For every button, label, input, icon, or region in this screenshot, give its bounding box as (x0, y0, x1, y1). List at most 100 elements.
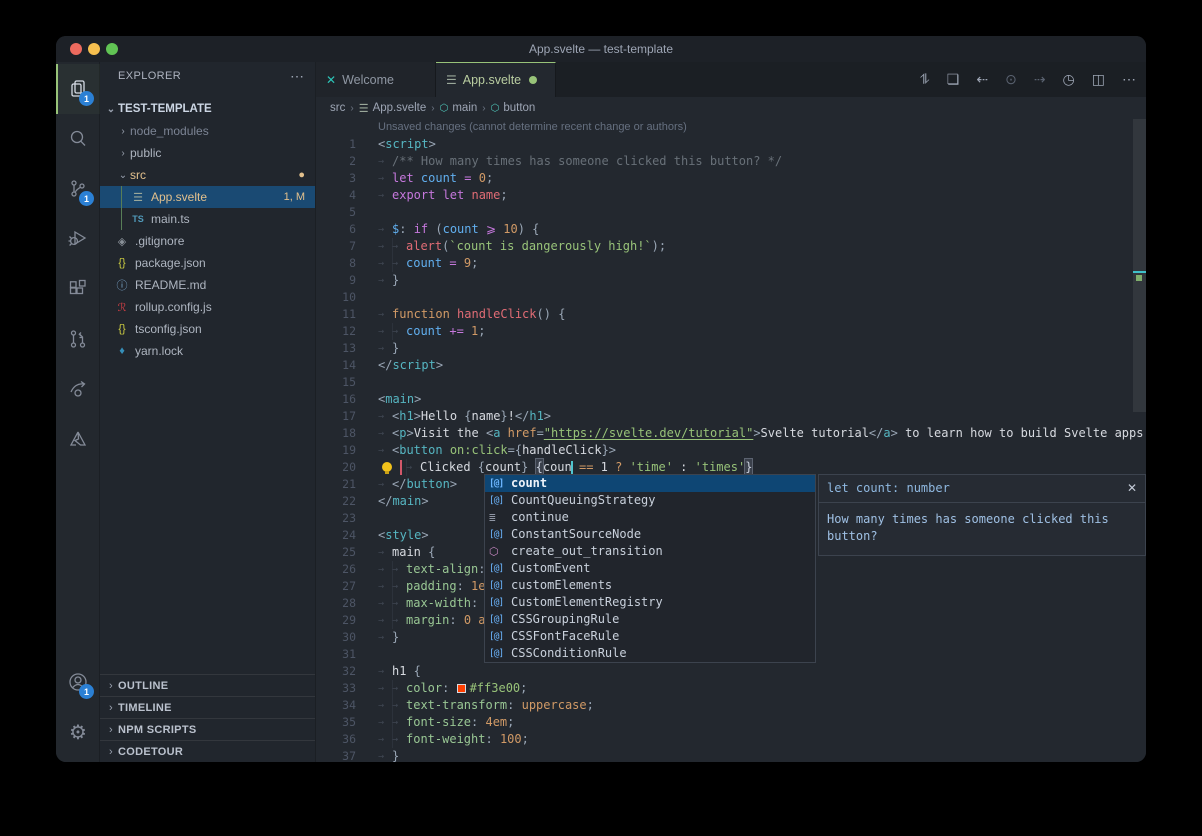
lightbulb-icon[interactable] (382, 462, 392, 472)
maximize-window-icon[interactable] (106, 43, 118, 55)
suggest-documentation: How many times has someone clicked this … (819, 503, 1145, 555)
code-line-18[interactable]: 18→<p>Visit the <a href="https://svelte.… (316, 425, 1146, 442)
tree-item-yarn-lock[interactable]: ♦yarn.lock (100, 340, 315, 362)
breadcrumb-item-src[interactable]: src (330, 102, 345, 114)
tree-item-package-json[interactable]: {}package.json (100, 252, 315, 274)
account-icon[interactable]: 1 (56, 657, 100, 707)
code-line-35[interactable]: 35→→font-size: 4em; (316, 714, 1146, 731)
code-line-14[interactable]: 14</script> (316, 357, 1146, 374)
views-more-actions-icon[interactable]: ⋯ (290, 68, 305, 85)
code-line-34[interactable]: 34→→text-transform: uppercase; (316, 697, 1146, 714)
line-number: 30 (316, 629, 356, 646)
next-change-icon[interactable]: ⇢ (1034, 71, 1046, 88)
symbol-var-icon: [@] (489, 475, 511, 492)
code-line-2[interactable]: 2→/** How many times has someone clicked… (316, 153, 1146, 170)
activity-github-pull-requests-icon[interactable] (56, 314, 100, 364)
tree-item-tsconfig-json[interactable]: {}tsconfig.json (100, 318, 315, 340)
code-line-4[interactable]: 4→export let name; (316, 187, 1146, 204)
activity-live-share-icon[interactable] (56, 364, 100, 414)
tab-welcome[interactable]: ✕Welcome (316, 62, 436, 97)
code-line-9[interactable]: 9→} (316, 272, 1146, 289)
minimize-window-icon[interactable] (88, 43, 100, 55)
section-npm-scripts[interactable]: ›NPM SCRIPTS (100, 718, 315, 740)
suggest-item-continue[interactable]: ≣continue (485, 509, 815, 526)
tree-item-main-ts[interactable]: TSmain.ts (100, 208, 315, 230)
breadcrumb-item-app-svelte[interactable]: ☰App.svelte (359, 102, 427, 115)
section-outline[interactable]: ›OUTLINE (100, 674, 315, 696)
suggest-item-constantsourcenode[interactable]: [@]ConstantSourceNode (485, 526, 815, 543)
tree-item-label: tsconfig.json (135, 322, 202, 336)
code-editor[interactable]: Unsaved changes (cannot determine recent… (316, 119, 1146, 762)
code-line-32[interactable]: 32→h1 { (316, 663, 1146, 680)
line-number: 25 (316, 544, 356, 561)
compare-changes-icon[interactable]: ⥮ (920, 71, 930, 88)
tree-item-src[interactable]: ⌄src● (100, 164, 315, 186)
tree-item-app-svelte[interactable]: ☰App.svelte1, M (100, 186, 315, 208)
code-line-16[interactable]: 16<main> (316, 391, 1146, 408)
breadcrumb-item-main[interactable]: ⬡main (440, 102, 478, 114)
activity-extensions-icon[interactable] (56, 264, 100, 314)
code-line-7[interactable]: 7→→alert(`count is dangerously high!`); (316, 238, 1146, 255)
close-icon[interactable]: ✕ (1127, 480, 1137, 497)
tab-file-icon: ✕ (326, 73, 336, 87)
timeline-icon[interactable]: ◷ (1063, 71, 1075, 88)
suggest-item-countqueuingstrategy[interactable]: [@]CountQueuingStrategy (485, 492, 815, 509)
tree-item-node-modules[interactable]: ›node_modules (100, 120, 315, 142)
tree-root-folder[interactable]: ⌄ TEST-TEMPLATE (100, 98, 315, 120)
code-line-11[interactable]: 11→function handleClick() { (316, 306, 1146, 323)
open-preview-icon[interactable]: ❏ (947, 71, 960, 88)
more-actions-icon[interactable]: ⋯ (1122, 71, 1136, 88)
explorer-sidebar: EXPLORER ⋯ ⌄ TEST-TEMPLATE ›node_modules… (100, 62, 316, 762)
activity-search-icon[interactable] (56, 114, 100, 164)
tree-item-public[interactable]: ›public (100, 142, 315, 164)
suggest-item-customelements[interactable]: [@]customElements (485, 577, 815, 594)
code-line-15[interactable]: 15 (316, 374, 1146, 391)
activity-source-control-icon[interactable]: 1 (56, 164, 100, 214)
code-line-10[interactable]: 10 (316, 289, 1146, 306)
suggest-label: continue (511, 509, 569, 526)
code-line-19[interactable]: 19→<button on:click={handleClick}> (316, 442, 1146, 459)
code-line-8[interactable]: 8→→count = 9; (316, 255, 1146, 272)
suggest-item-cssgroupingrule[interactable]: [@]CSSGroupingRule (485, 611, 815, 628)
suggest-item-cssconditionrule[interactable]: [@]CSSConditionRule (485, 645, 815, 662)
code-line-12[interactable]: 12→→count += 1; (316, 323, 1146, 340)
tree-item-rollup-config-js[interactable]: ℛrollup.config.js (100, 296, 315, 318)
settings-gear-icon[interactable]: ⚙ (56, 707, 100, 757)
activity-explorer-icon[interactable]: 1 (56, 64, 100, 114)
current-change-icon[interactable]: ⊙ (1005, 71, 1017, 88)
code-line-36[interactable]: 36→→font-weight: 100; (316, 731, 1146, 748)
split-editor-icon[interactable]: ◫ (1092, 71, 1105, 88)
tree-item--gitignore[interactable]: ◈.gitignore (100, 230, 315, 252)
breadcrumb-item-button[interactable]: ⬡button (491, 102, 536, 114)
code-token: > (753, 425, 760, 442)
code-token (472, 170, 479, 187)
line-number: 23 (316, 510, 356, 527)
code-line-37[interactable]: 37→} (316, 748, 1146, 762)
scrollbar[interactable] (1133, 119, 1146, 412)
code-line-13[interactable]: 13→} (316, 340, 1146, 357)
code-line-33[interactable]: 33→→color: #ff3e00; (316, 680, 1146, 697)
code-line-6[interactable]: 6→$: if (count ⩾ 10) { (316, 221, 1146, 238)
suggest-item-customevent[interactable]: [@]CustomEvent (485, 560, 815, 577)
suggest-item-count[interactable]: [@]count (485, 475, 815, 492)
activity-run-debug-icon[interactable] (56, 214, 100, 264)
root-folder-label: TEST-TEMPLATE (118, 103, 212, 115)
indent-whitespace-icon: → (378, 221, 392, 238)
modified-dot-icon[interactable] (529, 76, 537, 84)
tab-app-svelte[interactable]: ☰App.svelte (436, 62, 556, 97)
section-timeline[interactable]: ›TIMELINE (100, 696, 315, 718)
suggest-item-cssfontfacerule[interactable]: [@]CSSFontFaceRule (485, 628, 815, 645)
section-codetour[interactable]: ›CODETOUR (100, 740, 315, 762)
tree-item-readme-md[interactable]: ⓘREADME.md (100, 274, 315, 296)
previous-change-icon[interactable]: ⇠ (976, 71, 988, 88)
suggest-item-create_out_transition[interactable]: ⬡create_out_transition (485, 543, 815, 560)
code-line-17[interactable]: 17→<h1>Hello {name}!</h1> (316, 408, 1146, 425)
title-bar[interactable]: App.svelte — test-template (56, 36, 1146, 62)
activity-azure-icon[interactable] (56, 414, 100, 464)
code-line-3[interactable]: 3→let count = 0; (316, 170, 1146, 187)
suggest-item-customelementregistry[interactable]: [@]CustomElementRegistry (485, 594, 815, 611)
code-token (457, 255, 464, 272)
close-window-icon[interactable] (70, 43, 82, 55)
code-line-5[interactable]: 5 (316, 204, 1146, 221)
code-line-1[interactable]: 1<script> (316, 136, 1146, 153)
